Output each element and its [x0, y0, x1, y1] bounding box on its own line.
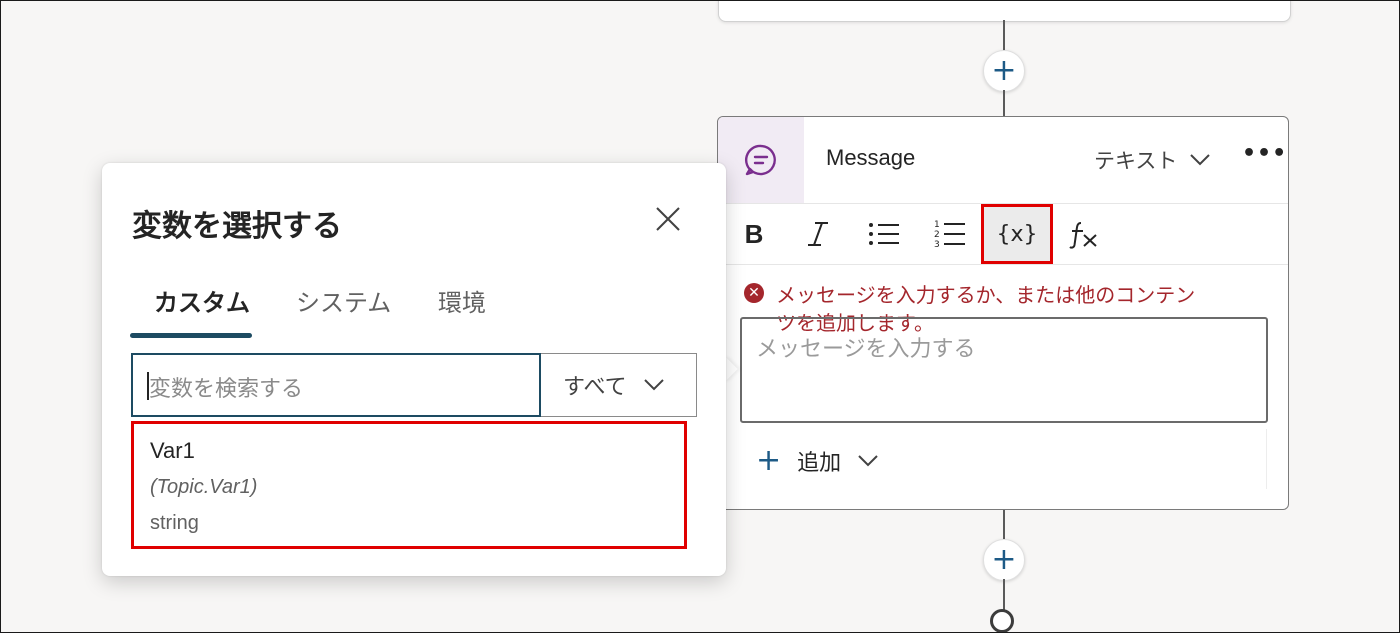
add-icon: +	[991, 542, 1017, 577]
bold-icon: B	[744, 218, 764, 249]
add-content-label: 追加	[797, 451, 842, 476]
connector-line	[1003, 510, 1005, 539]
numbered-list-button[interactable]: 1 2 3	[924, 212, 976, 256]
message-node-icon	[718, 117, 804, 203]
add-icon: +	[756, 443, 782, 478]
tab-custom[interactable]: カスタム	[154, 283, 250, 318]
add-node-button[interactable]: +	[983, 539, 1025, 581]
connector-line	[1003, 20, 1005, 52]
error-icon: ✕	[744, 283, 764, 303]
svg-text:2: 2	[934, 230, 940, 240]
formula-icon	[1069, 222, 1097, 249]
close-button[interactable]	[650, 201, 686, 237]
active-tab-indicator	[130, 333, 252, 338]
search-placeholder: 変数を検索する	[149, 377, 304, 402]
formula-button[interactable]	[1058, 212, 1110, 256]
message-input-placeholder: メッセージを入力する	[756, 337, 976, 362]
connector-line	[1003, 90, 1005, 116]
add-icon: +	[991, 53, 1017, 88]
variable-type: string	[150, 512, 199, 534]
message-node-title: Message	[826, 145, 916, 170]
formatting-toolbar: B 1 2 3 {x}	[718, 204, 1288, 264]
previous-node-card[interactable]	[718, 0, 1291, 22]
chevron-down-icon	[643, 379, 664, 391]
filter-value: すべて	[563, 375, 627, 400]
bulleted-list-icon	[869, 223, 899, 245]
variable-search-input[interactable]: 変数を検索する	[131, 353, 541, 417]
chevron-down-icon	[1190, 154, 1211, 166]
numbered-list-icon: 1 2 3	[934, 220, 965, 249]
svg-text:1: 1	[934, 220, 940, 230]
chevron-down-icon	[858, 455, 878, 467]
tab-environment[interactable]: 環境	[438, 283, 486, 318]
bold-button[interactable]: B	[728, 212, 780, 256]
end-node[interactable]	[990, 609, 1014, 633]
message-type-label: テキスト	[1094, 149, 1178, 173]
more-icon[interactable]: •••	[1242, 141, 1287, 166]
close-icon	[656, 207, 680, 231]
italic-icon	[808, 222, 828, 246]
tab-system[interactable]: システム	[296, 283, 391, 318]
insert-variable-button[interactable]: {x}	[981, 204, 1053, 264]
italic-button[interactable]	[792, 212, 844, 256]
divider	[718, 264, 1288, 265]
add-node-button[interactable]: +	[983, 50, 1025, 92]
message-node[interactable]: Message テキスト ••• B 1 2 3 {x} ✕ メッセージを入力す…	[717, 116, 1289, 510]
chat-bubble-icon	[745, 144, 776, 176]
svg-text:3: 3	[934, 240, 940, 249]
divider	[1266, 429, 1267, 489]
message-type-dropdown[interactable]: テキスト	[1094, 145, 1211, 175]
variable-list-item[interactable]: Var1 (Topic.Var1) string	[131, 421, 687, 549]
type-filter-dropdown[interactable]: すべて	[541, 353, 697, 417]
bulleted-list-button[interactable]	[858, 212, 910, 256]
variable-icon: {x}	[996, 221, 1038, 247]
variable-name: Var1	[150, 438, 195, 463]
connector-line	[1003, 579, 1005, 610]
panel-title: 変数を選択する	[132, 209, 342, 244]
add-content-button[interactable]: + 追加	[756, 445, 879, 477]
message-input[interactable]: メッセージを入力する	[740, 317, 1268, 423]
variable-picker-panel: 変数を選択する カスタム システム 環境 変数を検索する すべて Var1 (T…	[102, 163, 726, 576]
variable-path: (Topic.Var1)	[150, 476, 258, 498]
